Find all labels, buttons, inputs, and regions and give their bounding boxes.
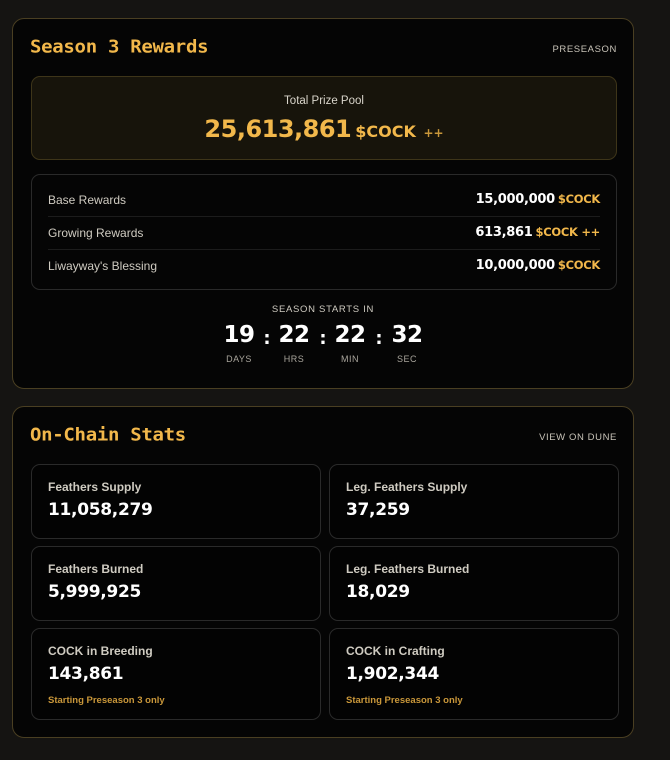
reward-label: Growing Rewards bbox=[48, 226, 144, 240]
stat-value: 143,861 bbox=[48, 664, 124, 684]
season-rewards-title: Season 3 Rewards bbox=[30, 36, 209, 58]
reward-amount: 15,000,000 bbox=[475, 192, 556, 207]
reward-amount: 613,861 bbox=[475, 225, 533, 240]
reward-value: 10,000,000 $COCK bbox=[475, 258, 601, 273]
stat-label: Leg. Feathers Burned bbox=[346, 562, 470, 576]
countdown-days: 19 DAYS bbox=[214, 322, 264, 364]
countdown-caption: DAYS bbox=[226, 354, 252, 364]
reward-row-growing: Growing Rewards 613,861 $COCK ++ bbox=[48, 216, 600, 250]
prize-pool-amount: 25,613,861 bbox=[204, 115, 352, 143]
view-on-dune-link[interactable]: VIEW ON DUNE bbox=[539, 432, 617, 443]
countdown-label: SEASON STARTS IN bbox=[271, 304, 375, 315]
reward-label: Base Rewards bbox=[48, 193, 127, 207]
stat-leg-feathers-supply: Leg. Feathers Supply 37,259 bbox=[329, 464, 619, 539]
on-chain-stats-title: On-Chain Stats bbox=[30, 424, 186, 446]
preseason-badge: PRESEASON bbox=[552, 44, 617, 55]
countdown-caption: SEC bbox=[396, 354, 417, 364]
stat-feathers-supply: Feathers Supply 11,058,279 bbox=[31, 464, 321, 539]
countdown-value: 32 bbox=[391, 322, 423, 348]
prize-pool-token: $COCK bbox=[355, 122, 416, 141]
reward-row-blessing: Liwayway's Blessing 10,000,000 $COCK bbox=[48, 249, 600, 282]
total-prize-pool: Total Prize Pool 25,613,861 $COCK ++ bbox=[31, 76, 617, 160]
stat-label: Leg. Feathers Supply bbox=[346, 480, 468, 494]
countdown-seconds: 32 SEC bbox=[382, 322, 432, 364]
rewards-breakdown: Base Rewards 15,000,000 $COCK Growing Rew… bbox=[31, 174, 617, 290]
stat-value: 1,902,344 bbox=[346, 664, 440, 684]
season-rewards-card: Season 3 Rewards PRESEASON Total Prize P… bbox=[12, 18, 634, 389]
reward-value: 613,861 $COCK ++ bbox=[475, 225, 600, 240]
countdown-caption: HRS bbox=[283, 354, 305, 364]
stat-value: 18,029 bbox=[346, 582, 410, 602]
countdown-value: 22 bbox=[278, 322, 310, 348]
stat-feathers-burned: Feathers Burned 5,999,925 bbox=[31, 546, 321, 621]
reward-value: 15,000,000 $COCK bbox=[475, 192, 601, 207]
stat-label: COCK in Breeding bbox=[48, 644, 153, 658]
prize-pool-suffix: ++ bbox=[423, 126, 444, 140]
prize-pool-label: Total Prize Pool bbox=[284, 95, 364, 107]
countdown-value: 19 bbox=[223, 322, 255, 348]
reward-amount: 10,000,000 bbox=[475, 258, 556, 273]
reward-token: $COCK bbox=[557, 192, 600, 206]
reward-token: $COCK ++ bbox=[535, 225, 601, 239]
prize-pool-value: 25,613,861 $COCK ++ bbox=[32, 115, 616, 143]
stat-cock-in-breeding: COCK in Breeding 143,861 Starting Presea… bbox=[31, 628, 321, 720]
stat-note: Starting Preseason 3 only bbox=[346, 695, 463, 706]
stat-label: Feathers Supply bbox=[48, 480, 142, 494]
stat-label: COCK in Crafting bbox=[346, 644, 445, 658]
on-chain-stats-card: On-Chain Stats VIEW ON DUNE Feathers Sup… bbox=[12, 406, 634, 738]
countdown-minutes: 22 MIN bbox=[325, 322, 375, 364]
countdown-caption: MIN bbox=[341, 354, 359, 364]
stat-value: 11,058,279 bbox=[48, 500, 153, 520]
stat-leg-feathers-burned: Leg. Feathers Burned 18,029 bbox=[329, 546, 619, 621]
stat-note: Starting Preseason 3 only bbox=[48, 695, 165, 706]
stat-cock-in-crafting: COCK in Crafting 1,902,344 Starting Pres… bbox=[329, 628, 619, 720]
countdown-hours: 22 HRS bbox=[269, 322, 319, 364]
reward-row-base: Base Rewards 15,000,000 $COCK bbox=[48, 183, 600, 217]
reward-token: $COCK bbox=[557, 258, 600, 272]
stat-value: 5,999,925 bbox=[48, 582, 142, 602]
countdown-value: 22 bbox=[334, 322, 366, 348]
season-countdown: 19 DAYS : 22 HRS : 22 MIN : 32 SEC bbox=[13, 322, 633, 372]
reward-label: Liwayway's Blessing bbox=[48, 259, 158, 273]
stat-label: Feathers Burned bbox=[48, 562, 144, 576]
stat-value: 37,259 bbox=[346, 500, 410, 520]
